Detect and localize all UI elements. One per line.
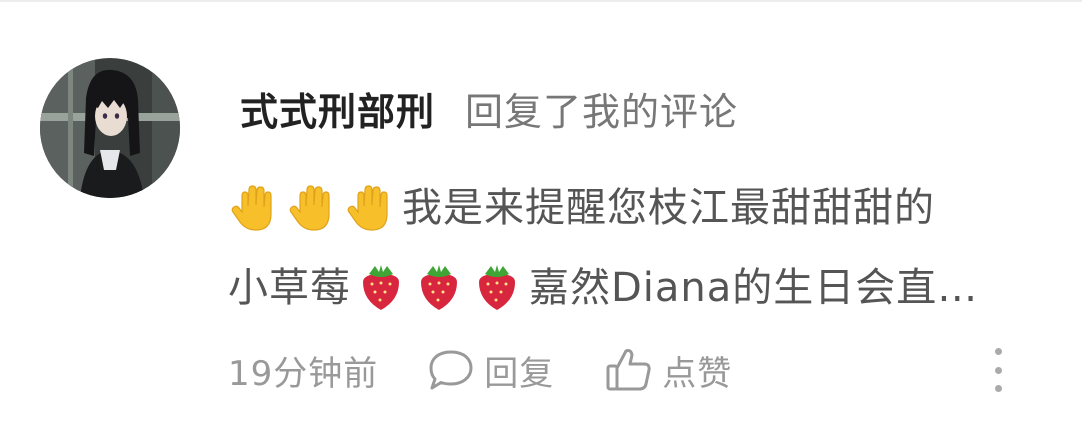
reply-label: 回复 <box>484 353 555 394</box>
comment-text-line-1: 我是来提醒您枝江最甜甜甜的 <box>402 185 935 231</box>
timestamp: 19分钟前 <box>228 353 379 394</box>
vertical-ellipsis-icon <box>994 348 1002 392</box>
avatar[interactable] <box>40 58 180 198</box>
comment-preview[interactable]: 我是来提醒您枝江最甜甜甜的 小草莓 嘉然Diana的生日会直… <box>228 168 1028 328</box>
like-label: 点赞 <box>662 353 733 394</box>
strawberry-emoji <box>471 262 523 314</box>
ellipsis-dot <box>994 348 1002 355</box>
ellipsis-dot <box>994 385 1002 392</box>
username[interactable]: 式式刑部刑 <box>240 81 435 136</box>
raised-hand-emoji <box>286 182 338 234</box>
strawberry-emoji <box>355 262 407 314</box>
like-button[interactable]: 点赞 <box>604 346 732 395</box>
comment-line-2: 小草莓 嘉然Diana的生日会直… <box>228 248 1028 328</box>
strawberry-emoji <box>413 262 465 314</box>
raised-hand-emoji <box>344 182 396 234</box>
thumbs-up-icon <box>604 346 662 394</box>
comment-line-1: 我是来提醒您枝江最甜甜甜的 <box>228 168 1028 248</box>
speech-bubble-icon <box>426 347 484 393</box>
notification-header: 式式刑部刑 回复了我的评论 <box>240 80 738 136</box>
more-options-button[interactable] <box>980 348 1016 392</box>
reply-button[interactable]: 回复 <box>426 346 554 395</box>
ellipsis-dot <box>994 366 1002 374</box>
comment-text-line-2-prefix: 小草莓 <box>228 265 351 311</box>
avatar-image <box>40 58 180 198</box>
comment-text-line-2-suffix: 嘉然Diana的生日会直… <box>529 265 979 311</box>
top-divider <box>0 0 1082 2</box>
action-text: 回复了我的评论 <box>465 89 739 134</box>
raised-hand-emoji <box>228 182 280 234</box>
comment-footer: 19分钟前 回复 点赞 <box>228 340 1028 400</box>
